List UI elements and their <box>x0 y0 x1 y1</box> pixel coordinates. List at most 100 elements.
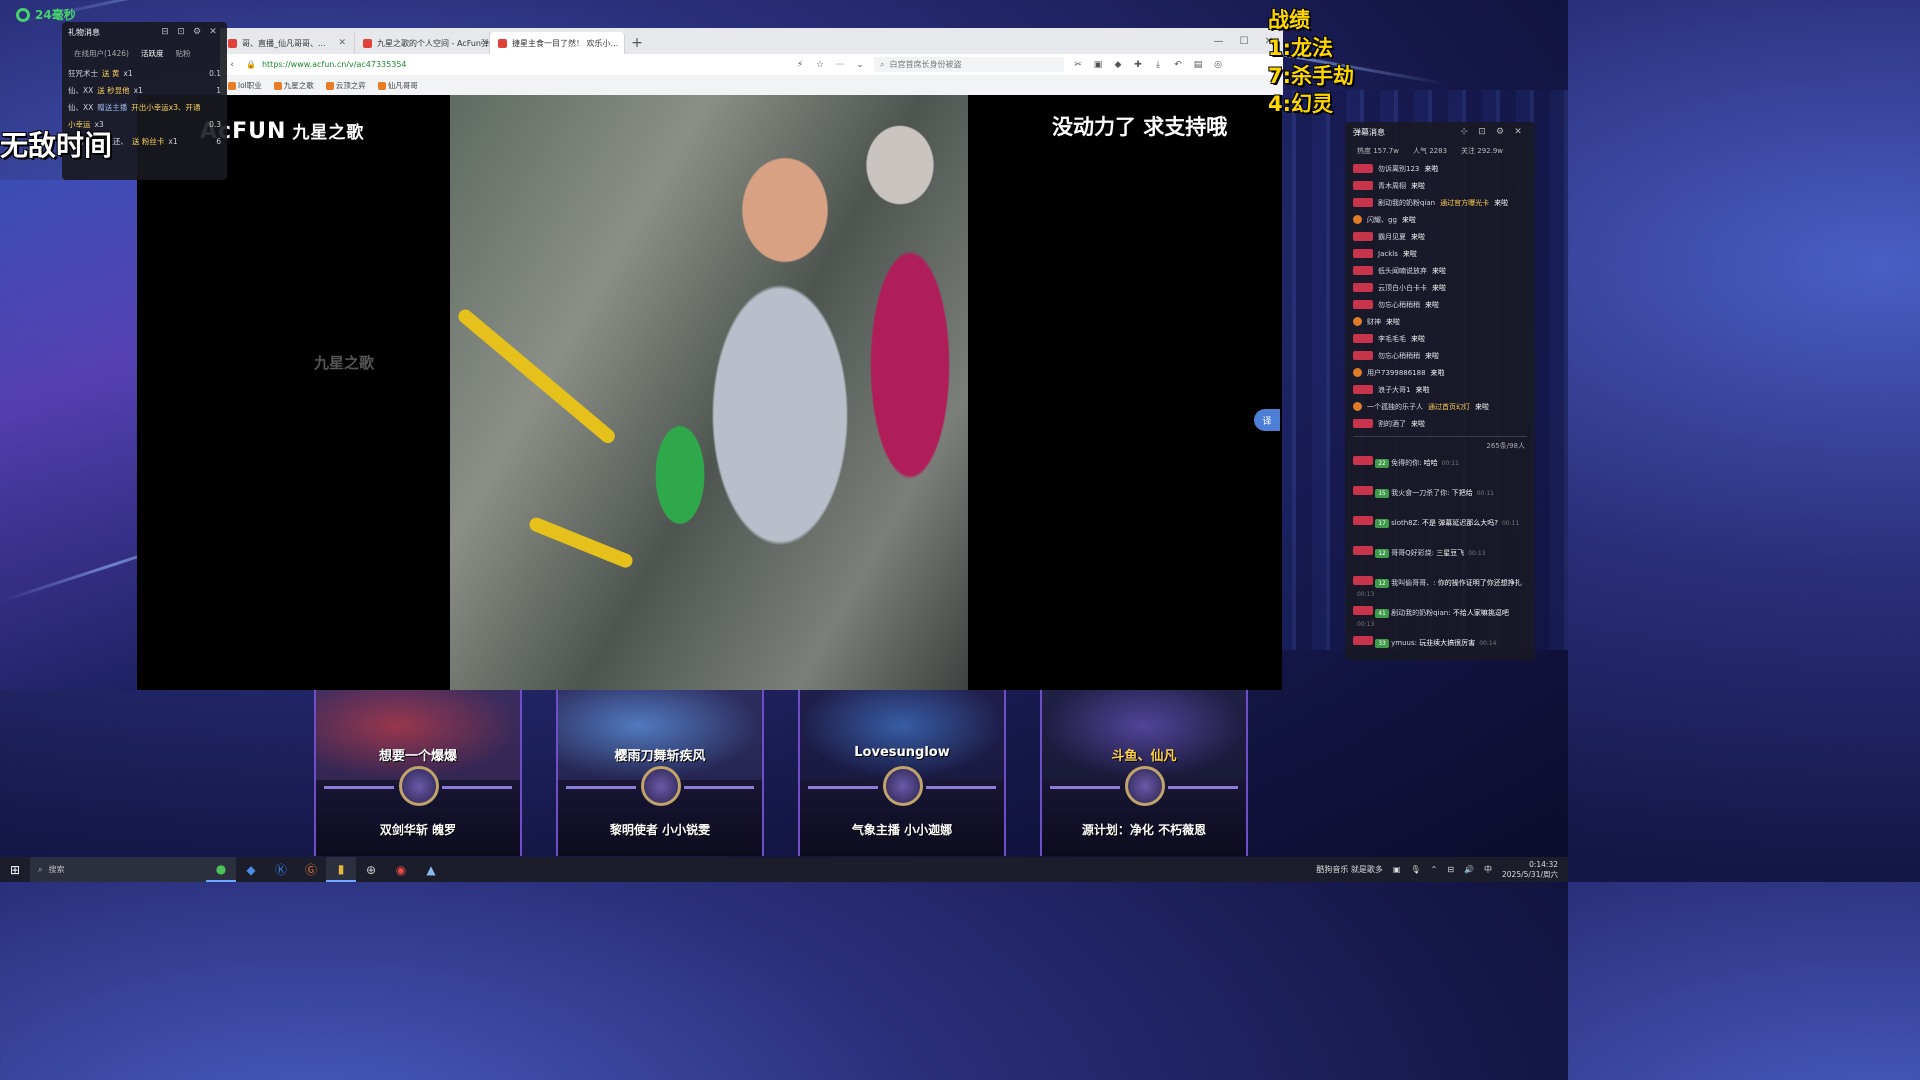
message-user[interactable]: 剧动我的奶粉qian <box>1391 609 1448 617</box>
user-badge-icon <box>1353 215 1362 224</box>
app-icon[interactable]: ▮ <box>326 857 356 882</box>
user-badge-icon <box>1353 351 1373 360</box>
maximize-icon[interactable]: ☐ <box>1240 36 1249 47</box>
tab-fans[interactable]: 贴粉 <box>175 48 190 59</box>
entry-user[interactable]: 勿忘心稍稍稍 <box>1378 300 1420 310</box>
gear-icon[interactable]: ⚙ <box>1491 127 1509 137</box>
browser-tab[interactable]: 九星之歌的个人空间 - AcFun弹... ✕ <box>355 32 490 54</box>
url-field[interactable]: 🔒 https://www.acfun.cn/v/ac47335354 <box>246 60 786 69</box>
player-avatar <box>883 766 923 806</box>
ime-icon[interactable]: 中 <box>1484 864 1492 875</box>
search-input[interactable]: ⌕ 白宫首席长身份被盗 <box>874 57 1064 72</box>
tab-online-users[interactable]: 在线用户(1426) <box>74 48 129 59</box>
entry-via: 通过首页幻灯 <box>1428 402 1470 411</box>
entry-user[interactable]: 勿忘心稍稍稍 <box>1378 351 1420 361</box>
gear-icon[interactable]: ⚙ <box>189 27 205 37</box>
user-badge-icon <box>1353 300 1373 309</box>
entry-user[interactable]: 一个孤独的乐子人 <box>1367 402 1423 412</box>
windows-start-icon[interactable]: ⊞ <box>0 863 30 877</box>
more-icon[interactable]: ⋯ <box>834 60 846 70</box>
video-player[interactable] <box>137 95 1282 690</box>
download-icon[interactable]: ⤓ <box>1152 60 1164 70</box>
browser-tab[interactable]: 哥、直播_仙凡哥哥、... ✕ <box>220 32 355 54</box>
entry-action: 来啦 <box>1411 419 1425 428</box>
entry-user[interactable]: 云顶白小白卡卡 <box>1378 283 1427 293</box>
entry-user[interactable]: 勿诉离别123 <box>1378 164 1419 174</box>
browser-logo-icon[interactable]: ◎ <box>1212 60 1224 70</box>
message-user[interactable]: sloth8Z <box>1391 519 1417 527</box>
card-ornament <box>566 786 636 789</box>
chevron-up-icon[interactable]: ⌃ <box>1431 865 1438 874</box>
undo-icon[interactable]: ↶ <box>1172 60 1184 70</box>
puzzle-icon[interactable]: ✚ <box>1132 60 1144 70</box>
star-icon[interactable]: ☆ <box>814 60 826 70</box>
wechat-app-icon[interactable]: ● <box>206 857 236 882</box>
volume-icon[interactable]: 🔊 <box>1464 865 1474 874</box>
bookmark-item[interactable]: lol职业 <box>228 80 262 91</box>
pin-icon[interactable]: ⊹ <box>1455 127 1473 137</box>
stats-line: 7:杀手劫 <box>1268 64 1355 88</box>
message-user[interactable]: 我火食一刀杀了你 <box>1391 489 1447 497</box>
entry-user[interactable]: 李毛毛毛 <box>1378 334 1406 344</box>
back-icon[interactable]: ‹ <box>226 60 238 70</box>
scissors-icon[interactable]: ✂ <box>1072 60 1084 70</box>
message-user[interactable]: 哥哥Q好彩烧 <box>1391 549 1432 557</box>
user-badge-icon <box>1353 402 1362 411</box>
entry-user[interactable]: 财神 <box>1367 317 1381 327</box>
lightning-icon[interactable]: ⚡ <box>794 60 806 70</box>
app-icon[interactable]: ▲ <box>416 857 446 882</box>
chevron-down-icon[interactable]: ⌄ <box>854 60 866 70</box>
message-user[interactable]: ymuus <box>1391 639 1414 647</box>
tray-icon[interactable]: ▣ <box>1393 865 1401 874</box>
fan-level-badge: 15 <box>1375 489 1389 498</box>
browser-tab-active[interactable]: 捷星主食一目了然！ 欢乐小... ✕ <box>490 32 625 54</box>
app-icon[interactable]: ◉ <box>386 857 416 882</box>
fan-level-badge: 12 <box>1375 579 1389 588</box>
translate-icon[interactable]: 译 <box>1254 409 1280 431</box>
bookmark-item[interactable]: 九星之歌 <box>273 80 314 91</box>
new-tab-button[interactable]: + <box>625 32 649 54</box>
bookmark-item[interactable]: 仙凡哥哥 <box>377 80 418 91</box>
chat-message: 41 剧动我的奶粉qian: 不给人家嘛挑逗吧00:13 <box>1345 603 1535 633</box>
minimize-icon[interactable]: — <box>1214 36 1224 47</box>
app-icon[interactable]: Ⓚ <box>266 857 296 882</box>
entry-user[interactable]: 青木周栩 <box>1378 181 1406 191</box>
entry-user[interactable]: 霸月见夏 <box>1378 232 1406 242</box>
tab-close-icon[interactable]: ✕ <box>338 38 346 48</box>
entry-user[interactable]: 用户7399886188 <box>1367 368 1426 378</box>
hero-card: 樱雨刀舞斩疾风 黎明使者 小小锐雯 <box>556 690 764 856</box>
extension-icon[interactable]: ◆ <box>1112 60 1124 70</box>
app-icon[interactable]: ⊕ <box>356 857 386 882</box>
tab-activity[interactable]: 活跃度 <box>141 48 164 59</box>
entry-user[interactable]: 低头闻喃说放弃 <box>1378 266 1427 276</box>
entry-action: 来啦 <box>1432 266 1446 275</box>
close-icon[interactable]: ✕ <box>205 27 221 37</box>
entry-user[interactable]: 割的酒了 <box>1378 419 1406 429</box>
entry-user[interactable]: 闪耀、gg <box>1367 215 1397 225</box>
taskbar-search[interactable]: ⌕ 搜索 <box>30 857 206 882</box>
entry-action: 来啦 <box>1494 198 1509 207</box>
user-badge-icon <box>1353 516 1373 525</box>
entry-user[interactable]: 浪子大哥1 <box>1378 385 1410 395</box>
entry-row: 青木周栩 来啦 <box>1345 177 1535 194</box>
close-icon[interactable]: ✕ <box>1509 127 1527 137</box>
message-user[interactable]: 免得的你 <box>1391 459 1419 467</box>
entry-row: 闪耀、gg 来啦 <box>1345 211 1535 228</box>
card-ornament <box>324 786 394 789</box>
extension-icon[interactable]: ▣ <box>1092 60 1104 70</box>
bookmark-item[interactable]: 云顶之弈 <box>325 80 366 91</box>
mic-icon[interactable]: 🎙 <box>1410 865 1420 874</box>
app-icon[interactable]: Ⓖ <box>296 857 326 882</box>
briefcase-icon[interactable]: ▤ <box>1192 60 1204 70</box>
app-icon[interactable]: ◆ <box>236 857 266 882</box>
clock[interactable]: 0:14:32 2025/5/31/周六 <box>1502 860 1558 880</box>
lock-icon[interactable]: ⊡ <box>1473 127 1491 137</box>
network-icon[interactable]: ⊟ <box>1447 865 1454 874</box>
minimize-icon[interactable]: ⊟ <box>157 27 173 37</box>
entry-user[interactable]: 剧动我的奶粉qian <box>1378 198 1435 208</box>
lock-icon[interactable]: ⊡ <box>173 27 189 37</box>
browser-window: 哥、直播_仙凡哥哥、... ✕ 九星之歌的个人空间 - AcFun弹... ✕ … <box>220 28 1283 95</box>
entry-user[interactable]: Jackls <box>1378 250 1398 258</box>
message-user[interactable]: 我叫偷哥哥、 <box>1391 579 1433 587</box>
danmaku-panel: 弹幕消息 ⊹ ⊡ ⚙ ✕ 热度 157.7w 人气 2283 关注 292.9w… <box>1345 122 1535 660</box>
